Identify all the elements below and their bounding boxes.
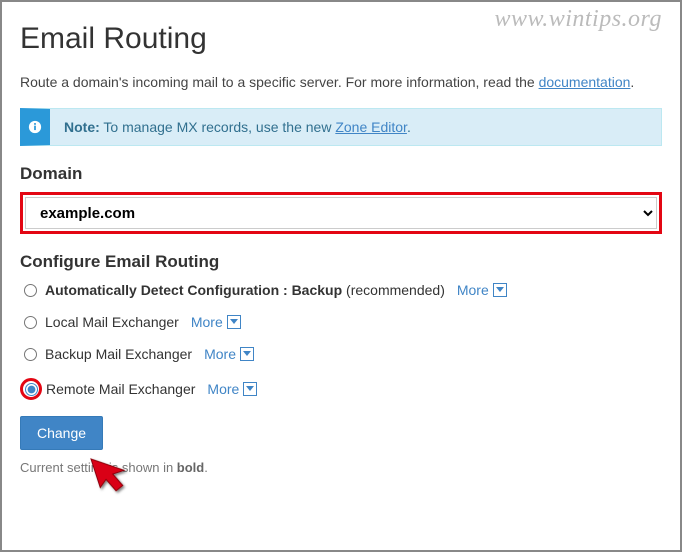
hint-c: .	[204, 460, 208, 475]
note-text-b: .	[407, 119, 411, 135]
info-icon	[28, 120, 42, 134]
radio-remote-highlight	[20, 378, 42, 400]
option-remote[interactable]: Remote Mail Exchanger More	[24, 378, 662, 400]
routing-options: Automatically Detect Configuration : Bac…	[24, 282, 662, 400]
more-text: More	[457, 282, 489, 298]
hint-b: bold	[177, 460, 204, 475]
more-link-remote[interactable]: More	[207, 381, 257, 397]
option-auto-detect[interactable]: Automatically Detect Configuration : Bac…	[24, 282, 662, 298]
caret-down-icon	[243, 382, 257, 396]
caret-down-icon	[493, 283, 507, 297]
domain-label: Domain	[20, 164, 662, 184]
change-button[interactable]: Change	[20, 416, 103, 450]
more-text: More	[207, 381, 239, 397]
more-text: More	[204, 346, 236, 362]
intro-text-b: .	[630, 74, 634, 90]
radio-remote[interactable]	[25, 383, 38, 396]
zone-editor-link[interactable]: Zone Editor	[335, 119, 407, 135]
main-content: Email Routing Route a domain's incoming …	[2, 2, 680, 495]
current-setting-hint: Current setting is shown in bold.	[20, 460, 662, 475]
more-link-backup[interactable]: More	[204, 346, 254, 362]
option-label-local: Local Mail Exchanger	[45, 314, 179, 330]
info-note-box: Note: To manage MX records, use the new …	[20, 108, 662, 146]
option-local[interactable]: Local Mail Exchanger More	[24, 314, 662, 330]
more-link-local[interactable]: More	[191, 314, 241, 330]
caret-down-icon	[240, 347, 254, 361]
option-label-remote: Remote Mail Exchanger	[46, 381, 195, 397]
caret-down-icon	[227, 315, 241, 329]
option-label-backup: Backup Mail Exchanger	[45, 346, 192, 362]
note-text-a: To manage MX records, use the new	[100, 119, 336, 135]
opt-auto-text: Automatically Detect Configuration : Bac…	[45, 282, 342, 298]
option-label-auto: Automatically Detect Configuration : Bac…	[45, 282, 445, 298]
configure-label: Configure Email Routing	[20, 252, 662, 272]
page-title: Email Routing	[20, 22, 662, 56]
more-link-auto[interactable]: More	[457, 282, 507, 298]
radio-backup[interactable]	[24, 348, 37, 361]
radio-local[interactable]	[24, 316, 37, 329]
domain-select-highlight: example.com	[20, 192, 662, 234]
hint-a: Current setting is shown in	[20, 460, 177, 475]
opt-auto-rec: (recommended)	[342, 282, 445, 298]
intro-text-a: Route a domain's incoming mail to a spec…	[20, 74, 539, 90]
domain-select[interactable]: example.com	[25, 197, 657, 229]
more-text: More	[191, 314, 223, 330]
intro-text: Route a domain's incoming mail to a spec…	[20, 74, 662, 90]
documentation-link[interactable]: documentation	[539, 74, 631, 90]
note-label: Note:	[64, 119, 100, 135]
option-backup[interactable]: Backup Mail Exchanger More	[24, 346, 662, 362]
radio-auto-detect[interactable]	[24, 284, 37, 297]
